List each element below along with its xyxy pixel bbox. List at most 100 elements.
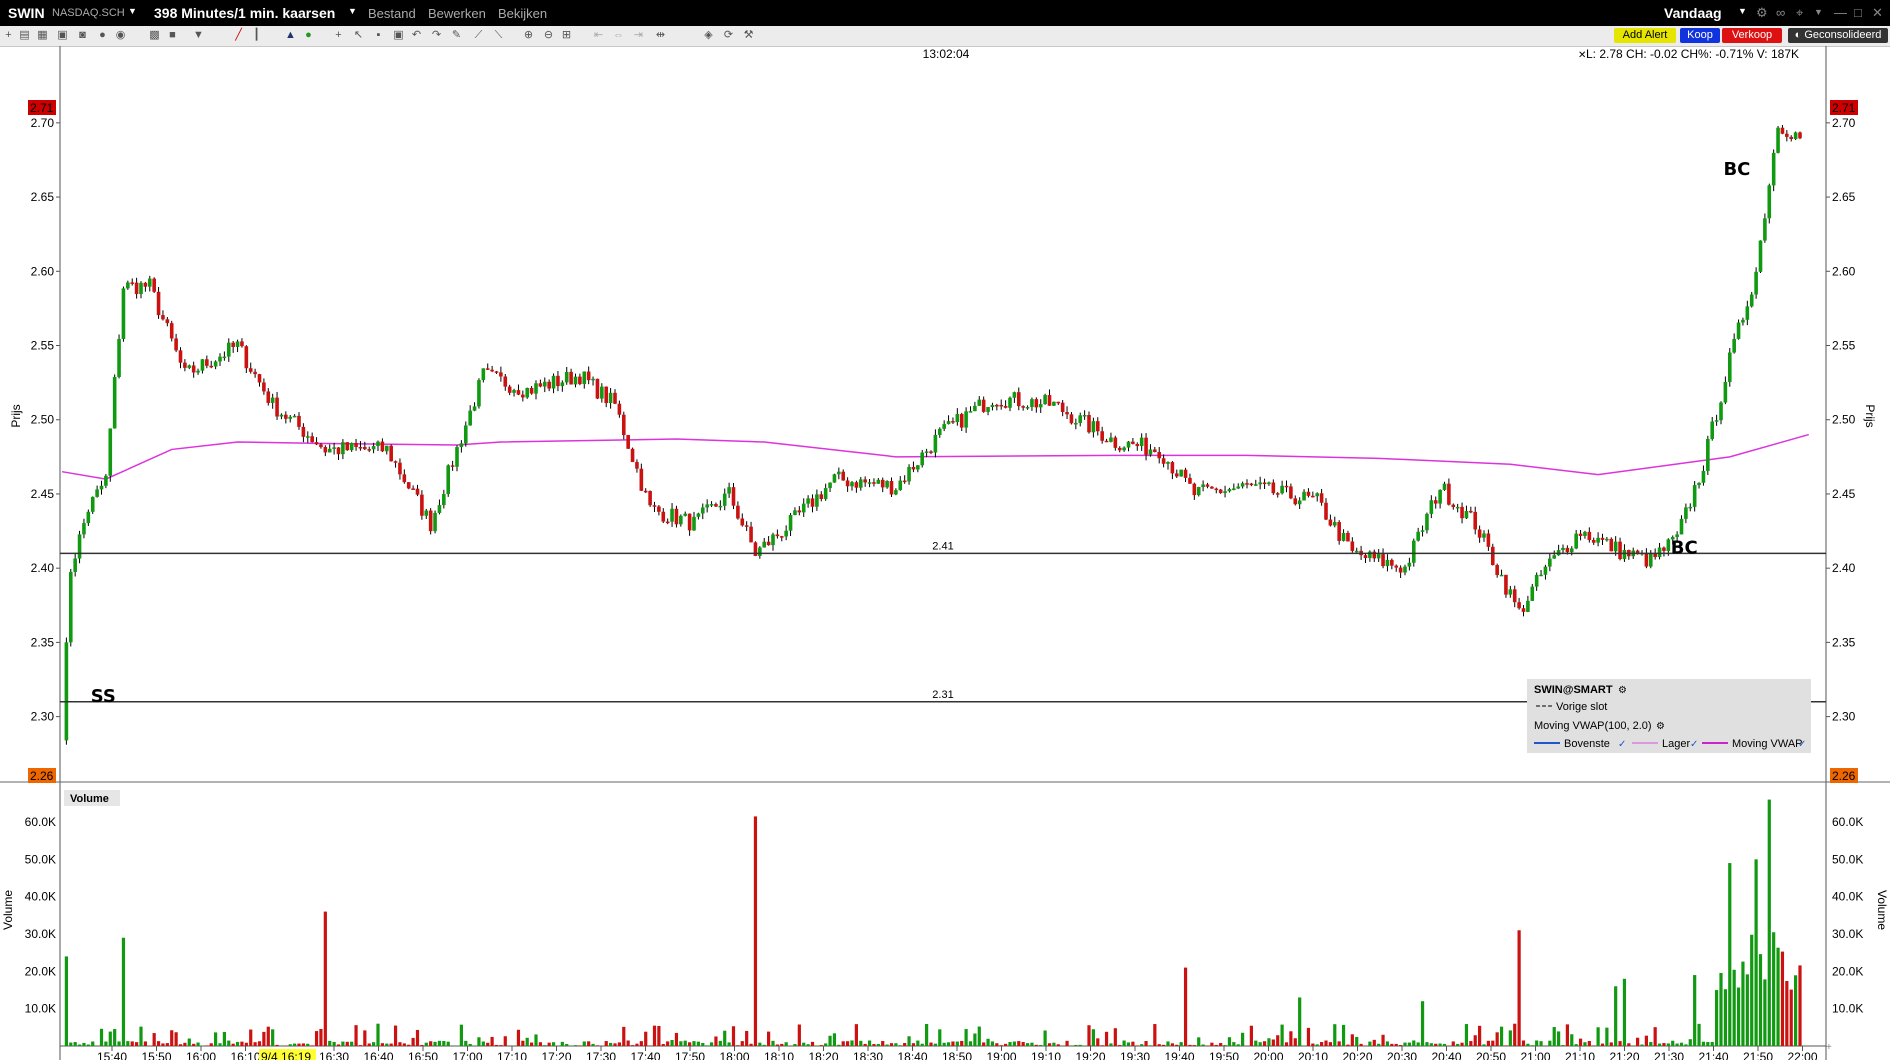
volume-bar <box>1385 1041 1390 1046</box>
volume-bar <box>183 1042 187 1046</box>
shield-icon[interactable]: ◈ <box>702 29 715 42</box>
arrow-tool-icon[interactable]: ↖ <box>352 29 365 42</box>
zoom-out-icon[interactable]: ⊖ <box>542 29 555 42</box>
volume-bar <box>538 1042 542 1046</box>
layout-icon[interactable]: ▩ <box>148 29 161 42</box>
frame-icon[interactable]: ■ <box>166 29 179 42</box>
image-icon[interactable]: ▣ <box>392 29 405 42</box>
link-icon[interactable]: ∞ <box>1776 5 1785 20</box>
volume-bar <box>437 1040 442 1046</box>
draw-line-icon[interactable]: ╱ <box>232 29 245 42</box>
candle-body <box>1214 488 1219 491</box>
timeframe-dropdown-icon[interactable]: ▼ <box>348 6 357 16</box>
zoom-fit-icon[interactable]: ⊞ <box>560 29 573 42</box>
volume-bar <box>1596 1027 1600 1046</box>
volume-bar <box>986 1038 990 1046</box>
split-icon[interactable]: ⇹ <box>654 29 667 42</box>
candle-body <box>1609 538 1614 552</box>
print-icon[interactable]: ◙ <box>76 29 89 42</box>
candle-body <box>1253 484 1258 486</box>
volume-bar <box>1377 1043 1381 1046</box>
candle-body <box>1174 473 1179 477</box>
volume-bar <box>1087 1025 1091 1046</box>
symbol-dropdown-icon[interactable]: ▼ <box>128 6 137 16</box>
mountain-chart-icon[interactable]: ▲ <box>284 29 297 42</box>
menu-edit[interactable]: Bewerken <box>428 6 486 21</box>
volume-tick-label-left: 10.0K <box>25 1002 56 1016</box>
close-icon[interactable]: ✕ <box>1872 5 1883 21</box>
candle-body <box>964 411 968 428</box>
candle-body <box>1477 529 1482 538</box>
rectangle-icon[interactable]: ▪ <box>372 29 385 42</box>
check-icon[interactable]: ✓ <box>1618 739 1626 750</box>
candle-body <box>1074 422 1078 425</box>
candle-body <box>169 323 174 339</box>
pin-icon[interactable]: ⌖ <box>1796 5 1803 21</box>
scroll-icon[interactable]: ⇔ <box>612 29 625 42</box>
scroll-left-icon[interactable]: ⇤ <box>592 29 605 42</box>
volume-bar <box>639 1041 643 1046</box>
redo-icon[interactable]: ↷ <box>430 29 443 42</box>
crosshair-icon[interactable]: + <box>2 29 15 42</box>
scroll-right-icon[interactable]: ⇥ <box>632 29 645 42</box>
timeframe-selector[interactable]: 398 Minutes/1 min. kaarsen <box>154 5 335 21</box>
add-alert-button[interactable]: Add Alert <box>1614 28 1676 43</box>
candle-body <box>771 534 775 546</box>
candle-body <box>1763 218 1767 241</box>
window-menu-icon[interactable]: ▼ <box>1814 7 1823 17</box>
trendline-icon[interactable]: ⟋ <box>472 29 485 42</box>
price-tag-right: 2.26 <box>1832 769 1856 783</box>
candle-body <box>648 491 652 506</box>
volume-bar <box>143 1041 147 1046</box>
volume-bar <box>1780 951 1785 1046</box>
dropdown-icon[interactable]: ▼ <box>192 29 205 42</box>
price-volume-chart[interactable]: 2.41 2.31 SS BC BC 2.70 2.70 2.65 2.65 2.60 2.60… <box>0 46 1890 1060</box>
candles-icon[interactable]: ┃ <box>250 29 263 42</box>
bar-chart-icon[interactable]: ▤ <box>18 29 31 42</box>
volume-bar <box>503 1036 507 1046</box>
candle-body <box>894 490 898 495</box>
gear-icon[interactable]: ⚙ <box>1756 5 1768 21</box>
measure-icon[interactable]: ✎ <box>450 29 463 42</box>
record-icon[interactable]: ● <box>96 29 109 42</box>
buy-button[interactable]: Koop <box>1680 28 1720 43</box>
symbol-label[interactable]: SWIN <box>8 5 45 21</box>
plus-icon[interactable]: + <box>1826 1042 1832 1053</box>
check-icon[interactable]: ✓ <box>1690 739 1698 750</box>
candle-body <box>529 387 534 394</box>
volume-bar <box>1600 1043 1605 1046</box>
maximize-icon[interactable]: □ <box>1854 5 1862 20</box>
wrench-icon[interactable]: ⚒ <box>742 29 755 42</box>
candle-body <box>1723 381 1728 403</box>
sync-icon[interactable]: ⟳ <box>722 29 735 42</box>
volume-bar <box>1605 1027 1609 1046</box>
candle-body <box>863 479 867 483</box>
grid-icon[interactable]: ▦ <box>36 29 49 42</box>
stop-icon[interactable]: ◉ <box>114 29 127 42</box>
volume-bar <box>1622 978 1627 1046</box>
fan-icon[interactable]: ⟍ <box>492 29 505 42</box>
minimize-icon[interactable]: — <box>1834 5 1847 20</box>
period-selector[interactable]: Vandaag <box>1664 5 1722 21</box>
legend-panel[interactable]: SWIN@SMART ⚙ Vorige slot Moving VWAP(100… <box>1527 679 1811 753</box>
check-icon[interactable]: ✓ <box>1798 739 1806 750</box>
candle-body <box>670 508 674 522</box>
undo-icon[interactable]: ↶ <box>410 29 423 42</box>
volume-bar <box>1148 1045 1153 1046</box>
candle-body <box>266 391 271 403</box>
indicator-settings-icon[interactable]: ⚙ <box>1656 721 1665 732</box>
menu-file[interactable]: Bestand <box>368 6 416 21</box>
candle-body <box>363 447 367 450</box>
consolidated-toggle[interactable]: ◐ Geconsolideerd <box>1788 28 1888 43</box>
refresh-icon[interactable]: ● <box>302 29 315 42</box>
exchange-label[interactable]: NASDAQ.SCH <box>52 7 125 19</box>
zoom-in-icon[interactable]: ⊕ <box>522 29 535 42</box>
crosshair-tool-icon[interactable]: + <box>332 29 345 42</box>
sell-button[interactable]: Verkoop <box>1722 28 1782 43</box>
menu-view[interactable]: Bekijken <box>498 6 547 21</box>
legend-settings-icon[interactable]: ⚙ <box>1618 685 1627 696</box>
settings-icon[interactable]: ▣ <box>56 29 69 42</box>
period-dropdown-icon[interactable]: ▼ <box>1738 6 1747 16</box>
volume-bar <box>885 1044 889 1046</box>
reference-line-label: 2.31 <box>932 689 953 701</box>
